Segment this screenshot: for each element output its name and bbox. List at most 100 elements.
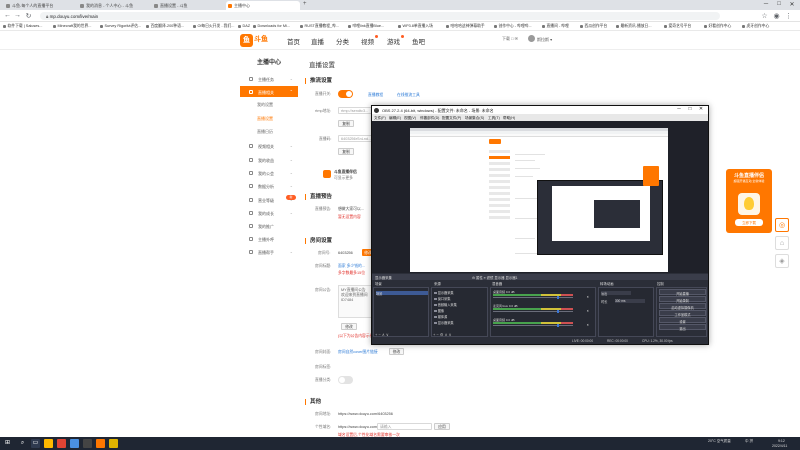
- obs-menu-profile[interactable]: 配置文件(P): [442, 116, 461, 121]
- obs-source-item[interactable]: 显示器采集: [434, 320, 454, 325]
- start-streaming-button[interactable]: 开始直播: [659, 289, 706, 296]
- extensions-icon[interactable]: ☆: [760, 12, 769, 20]
- category-toggle[interactable]: [338, 376, 353, 384]
- volume-slider[interactable]: [493, 309, 573, 313]
- search-icon[interactable]: ⌕: [18, 439, 27, 448]
- bookmark-item[interactable]: 爱奇艺号平台: [664, 24, 692, 29]
- companion-title[interactable]: 斗鱼直播伴侣: [334, 170, 357, 175]
- sidebar-item-video[interactable]: 视频相关 ⌄: [240, 140, 298, 151]
- nav-game[interactable]: 游戏: [387, 35, 404, 46]
- bookmark-item[interactable]: Survey Rigorità评估...: [100, 24, 142, 29]
- obs-source-item[interactable]: 显示器采集: [434, 290, 454, 295]
- cover-edit-button[interactable]: 修改: [389, 348, 404, 355]
- task-view-icon[interactable]: ▭: [31, 439, 40, 448]
- obs-menu-view[interactable]: 视图(V): [404, 116, 416, 121]
- obs-menu-docks[interactable]: 停靠部件(D): [420, 116, 439, 121]
- home-float-icon[interactable]: ⌂: [775, 236, 789, 250]
- app-float-icon[interactable]: ◈: [775, 254, 789, 268]
- bookmark-item[interactable]: 创作中心 - 哔哩哔...: [494, 24, 532, 29]
- promo-download-button[interactable]: 立即下载: [735, 219, 763, 226]
- speaker-icon[interactable]: 🔈︎: [587, 294, 589, 299]
- browser-tab[interactable]: 斗鱼-每个人的直播平台: [4, 1, 78, 10]
- sidebar-item-tasks[interactable]: 主播任务 ⌄: [240, 73, 298, 84]
- bookmark-item[interactable]: 西瓜创作平台: [580, 24, 608, 29]
- obs-source-item[interactable]: 窗口采集: [434, 296, 450, 301]
- browser-tab[interactable]: 直播设置 - 斗鱼: [152, 1, 226, 10]
- bookmark-item[interactable]: 软件下载 | Saluses...: [3, 24, 43, 29]
- obs-taskbar-icon[interactable]: [83, 439, 92, 448]
- sidebar-item-live[interactable]: 直播相关 ⌃: [240, 86, 298, 97]
- obs-menu-tools[interactable]: 工具(T): [488, 116, 500, 121]
- volume-slider[interactable]: [493, 295, 573, 299]
- header-tools[interactable]: 下载 □ ✉: [502, 36, 518, 42]
- bookmark-item[interactable]: DAZ: [238, 24, 251, 28]
- avatar[interactable]: [528, 35, 535, 42]
- bookmark-item[interactable]: 直播间 - 哔哩: [542, 24, 569, 29]
- obs-source-item[interactable]: 图像: [434, 308, 444, 313]
- bookmark-item[interactable]: Minecraft我的世界...: [53, 24, 92, 29]
- studio-mode-button[interactable]: 工作室模式: [659, 310, 706, 317]
- sidebar-subitem-live-settings[interactable]: 直播设置: [240, 113, 298, 123]
- volume-slider[interactable]: [493, 323, 573, 327]
- bookmark-item[interactable]: 哔哩link直播Blue...: [348, 24, 385, 29]
- custom-domain-apply-button[interactable]: 应用: [434, 423, 450, 430]
- speaker-icon[interactable]: 🔈︎: [587, 322, 589, 327]
- companion-promo-card[interactable]: 斗鱼直播伴侣 超强开播互动 全新体验 立即下载: [726, 169, 772, 233]
- obs-source-item[interactable]: 媒体源: [434, 314, 447, 319]
- douyu-taskbar-icon[interactable]: [96, 439, 105, 448]
- app-icon[interactable]: [57, 439, 66, 448]
- obs-minimize-button[interactable]: ─: [674, 106, 684, 112]
- app-icon[interactable]: [109, 439, 118, 448]
- address-bar[interactable]: 🔒︎ mp.douyu.com/live/main: [40, 12, 720, 20]
- sidebar-subitem-live-calendar[interactable]: 直播日历: [240, 126, 298, 136]
- obs-source-props[interactable]: ⚙ 属性 ≡ 滤镜 显示器 显示器1: [472, 275, 518, 280]
- bookmark-item[interactable]: 好看创作中心: [704, 24, 732, 29]
- exit-button[interactable]: 退出: [659, 324, 706, 331]
- weather-widget[interactable]: 20°C 空气质量: [708, 439, 731, 444]
- push-tool-link[interactable]: 在线推流工具: [397, 93, 420, 98]
- virtual-camera-button[interactable]: 启动虚拟摄像机: [659, 303, 706, 310]
- file-explorer-icon[interactable]: [44, 439, 53, 448]
- maximize-button[interactable]: □: [773, 1, 785, 7]
- menu-dots-icon[interactable]: ⋮: [784, 12, 793, 20]
- new-tab-button[interactable]: +: [303, 1, 307, 7]
- clock-date[interactable]: 2022/4/11: [772, 444, 787, 448]
- custom-domain-input[interactable]: 请输入: [377, 423, 432, 430]
- obs-source-item[interactable]: 音频输入采集: [434, 302, 457, 307]
- obs-menu-file[interactable]: 文件(F): [374, 116, 386, 121]
- profile-icon[interactable]: ◉: [772, 12, 781, 20]
- close-window-button[interactable]: ✕: [786, 1, 798, 8]
- chrome-icon[interactable]: [70, 439, 79, 448]
- windows-start-icon[interactable]: ⊞: [3, 439, 12, 448]
- back-arrow-icon[interactable]: ←: [3, 12, 12, 19]
- bookmark-item[interactable]: Ol每日火开发 - 我们...: [193, 24, 235, 29]
- copy-key-button[interactable]: 复制: [338, 148, 354, 155]
- bookmark-item[interactable]: 哈哈哈这神弹幕助手: [446, 24, 485, 29]
- bookmark-item[interactable]: WP3.8单直播入场: [398, 24, 433, 29]
- tutorial-link[interactable]: 直播教程: [368, 93, 383, 98]
- reload-icon[interactable]: ↻: [24, 12, 33, 20]
- copy-rtmp-button[interactable]: 复制: [338, 120, 354, 127]
- sidebar-item-call[interactable]: 主播外呼: [240, 233, 298, 244]
- bookmark-item[interactable]: RUST直播教程_哔...: [300, 24, 340, 29]
- browser-tab-active[interactable]: 主播中心: [226, 1, 300, 10]
- bookmark-item[interactable]: Downloads for Mi...: [253, 24, 291, 28]
- browser-tab[interactable]: 我的消息 - 个人中心 - 斗鱼: [78, 1, 152, 10]
- obs-menu-edit[interactable]: 编辑(E): [389, 116, 401, 121]
- nav-home[interactable]: 首页: [287, 36, 300, 46]
- notice-edit-button[interactable]: 修改: [341, 323, 357, 330]
- sidebar-item-income[interactable]: 我的收益 ⌄: [240, 154, 298, 165]
- transition-select[interactable]: 淡出: [601, 291, 631, 296]
- start-recording-button[interactable]: 开始录制: [659, 296, 706, 303]
- obs-menu-help[interactable]: 帮助(H): [503, 116, 515, 121]
- ime-indicator[interactable]: 中 拼: [745, 439, 753, 444]
- bookmark-item[interactable]: 虎牙创作中心: [742, 24, 770, 29]
- nav-video[interactable]: 视频: [361, 35, 378, 46]
- minimize-button[interactable]: ─: [760, 1, 772, 7]
- obs-menu-scene-collection[interactable]: 场景集合(S): [465, 116, 484, 121]
- obs-preview[interactable]: [372, 121, 708, 273]
- obs-window[interactable]: OBS 27.2.4 (64-bit, windows) - 配置文件: 未命名…: [371, 105, 709, 345]
- add-scene-icon[interactable]: + − ∧ ∨: [375, 332, 389, 337]
- room-title-link[interactable]: 面家 多少钱的...: [338, 264, 365, 269]
- forward-arrow-icon[interactable]: →: [13, 12, 22, 19]
